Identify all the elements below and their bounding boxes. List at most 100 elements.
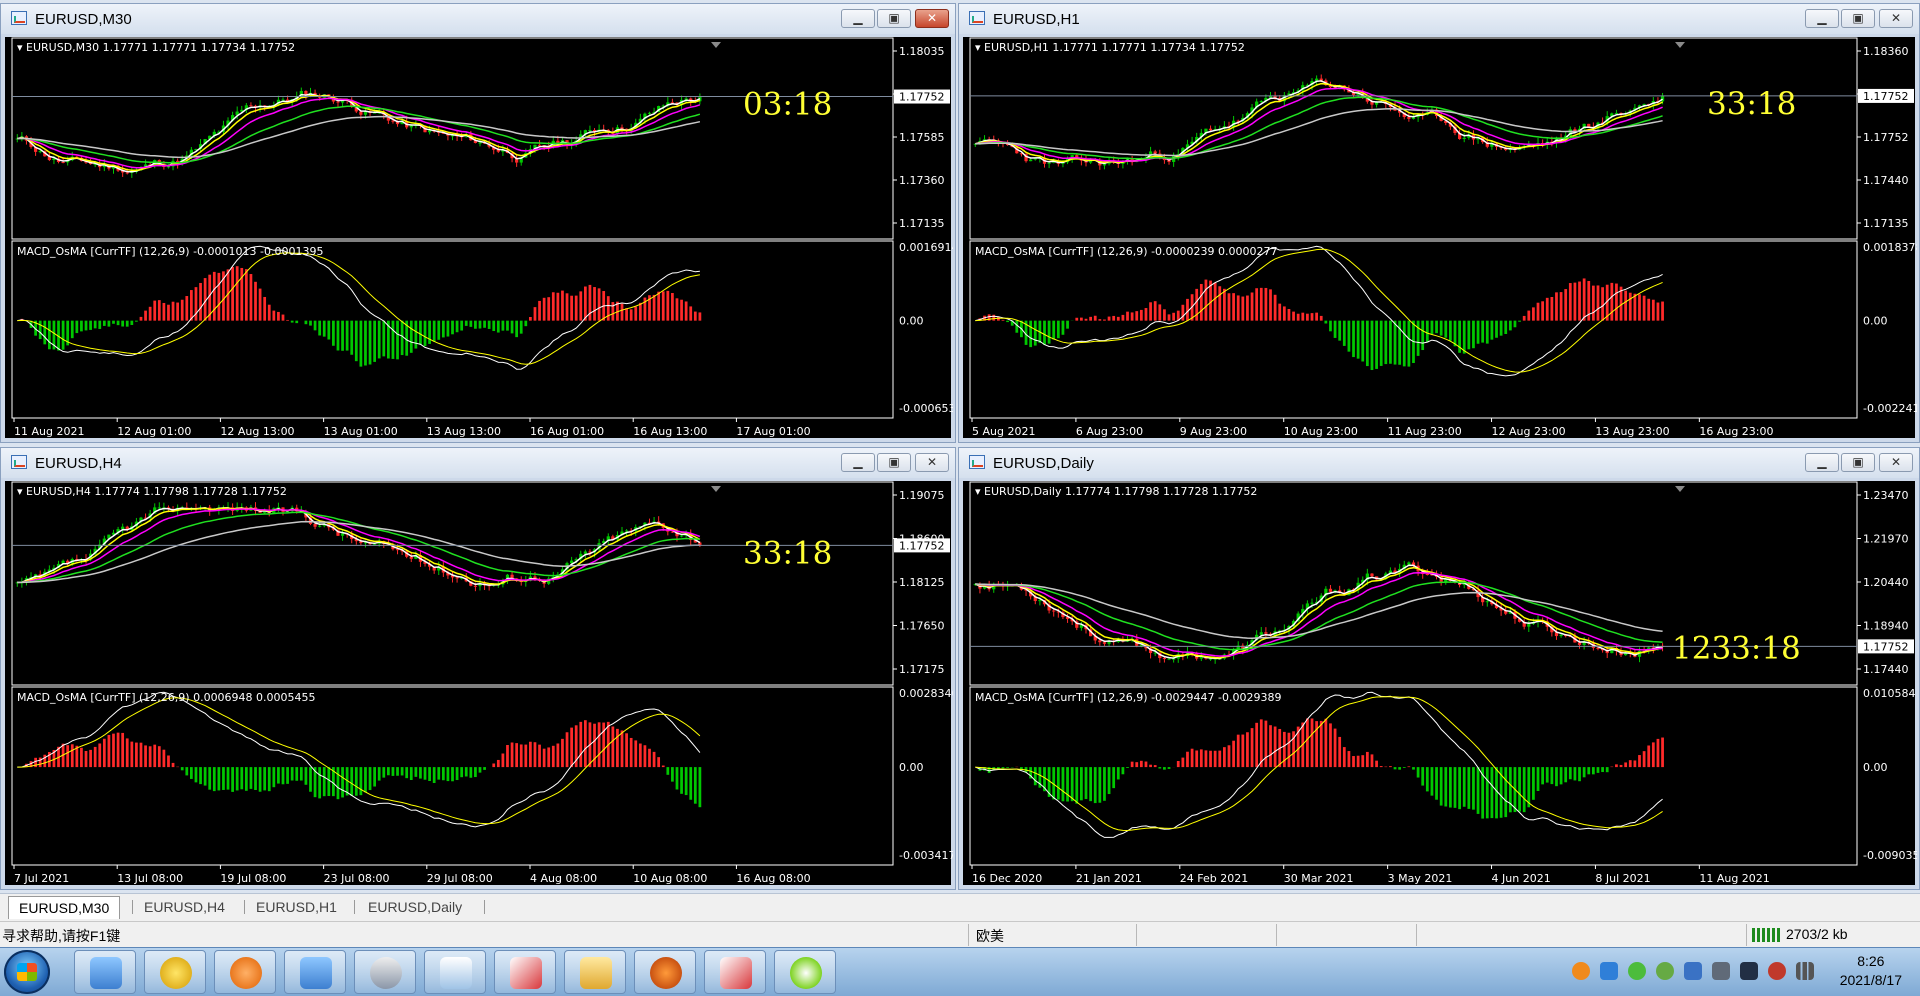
chart-canvas[interactable]: 1.183601.180501.177521.174401.171351.177…: [963, 37, 1917, 438]
volume-icon[interactable]: [1712, 962, 1730, 980]
time-tick-label: 9 Aug 23:00: [1180, 425, 1247, 438]
time-tick-label: 6 Aug 23:00: [1076, 425, 1143, 438]
price-tick-label: 1.20440: [1863, 576, 1909, 589]
minimize-button[interactable]: ▁: [841, 9, 875, 28]
network-icon[interactable]: [1684, 962, 1702, 980]
taskbar-app-wechat[interactable]: [774, 950, 836, 994]
chart-window-m30[interactable]: EURUSD,M30 ▁ ▣ ✕ 1.180351.178101.175851.…: [0, 3, 956, 443]
price-tick-label: 1.18940: [1863, 620, 1909, 633]
clock[interactable]: 8:26 2021/8/17: [1840, 952, 1902, 990]
chart-header-symbol: ▾ EURUSD,H4 1.17774 1.17798 1.17728 1.17…: [17, 485, 287, 498]
candle-body: [1029, 159, 1033, 162]
tab-eurusd-h4[interactable]: EURUSD,H4: [134, 896, 235, 918]
macd-tick-label: -0.0006537: [899, 402, 953, 415]
macd-tick-label: 0.0018378: [1863, 241, 1917, 254]
chart-canvas[interactable]: 1.190751.186001.181251.176501.171751.177…: [5, 481, 953, 885]
candle-body: [1370, 573, 1374, 577]
power-icon[interactable]: [1768, 962, 1786, 980]
time-tick-label: 13 Aug 01:00: [324, 425, 398, 438]
chart-header-symbol: ▾ EURUSD,Daily 1.17774 1.17798 1.17728 1…: [975, 485, 1257, 498]
candle-body: [313, 523, 317, 527]
connection-bars-icon: [1752, 928, 1780, 942]
candle-body: [537, 144, 542, 146]
window-titlebar[interactable]: EURUSD,Daily ▁ ▣ ✕: [959, 448, 1919, 478]
candle-body: [647, 112, 652, 114]
macd-header: MACD_OsMA [CurrTF] (12,26,9) -0.0001013 …: [17, 245, 323, 258]
taskbar-app-users-2[interactable]: [284, 950, 346, 994]
candle-body: [588, 129, 592, 131]
maximize-button[interactable]: ▣: [1841, 453, 1875, 472]
taskbar-app-mt4[interactable]: [494, 950, 556, 994]
taskbar-app-dollar[interactable]: [144, 950, 206, 994]
time-tick-label: 10 Aug 23:00: [1284, 425, 1358, 438]
chart-window-h4[interactable]: EURUSD,H4 ▁ ▣ ✕ 1.190751.186001.181251.1…: [0, 447, 956, 890]
time-tick-label: 16 Dec 2020: [972, 872, 1042, 885]
window-titlebar[interactable]: EURUSD,H1 ▁ ▣ ✕: [959, 4, 1919, 34]
time-tick-label: 12 Aug 13:00: [220, 425, 294, 438]
tab-separator: [244, 900, 245, 914]
time-tick-label: 24 Feb 2021: [1180, 872, 1248, 885]
tab-eurusd-h1[interactable]: EURUSD,H1: [246, 896, 347, 918]
macd-tick-label: -0.0090355: [1863, 849, 1917, 862]
candle-body: [359, 111, 363, 115]
signal-icon[interactable]: [1796, 962, 1814, 980]
window-title: EURUSD,Daily: [993, 455, 1094, 472]
window-titlebar[interactable]: EURUSD,H4 ▁ ▣ ✕: [1, 448, 955, 478]
maximize-button[interactable]: ▣: [1841, 9, 1875, 28]
time-tick-label: 11 Aug 23:00: [1388, 425, 1462, 438]
taskbar-app-camera[interactable]: [354, 950, 416, 994]
close-button[interactable]: ✕: [915, 9, 949, 28]
price-tick-label: 1.17585: [899, 131, 945, 144]
taskbar-app-users[interactable]: [74, 950, 136, 994]
maximize-button[interactable]: ▣: [877, 453, 911, 472]
close-button[interactable]: ✕: [1879, 9, 1913, 28]
minimize-button[interactable]: ▁: [1805, 9, 1839, 28]
minimize-button[interactable]: ▁: [841, 453, 875, 472]
price-tick-label: 1.23470: [1863, 489, 1909, 502]
close-button[interactable]: ✕: [915, 453, 949, 472]
window-titlebar[interactable]: EURUSD,M30 ▁ ▣ ✕: [1, 4, 955, 34]
taskbar-app-folder[interactable]: [564, 950, 626, 994]
candle-body: [427, 130, 432, 133]
taskbar-app-refresh[interactable]: [214, 950, 276, 994]
wechat-tray-icon[interactable]: [1628, 962, 1646, 980]
macd-tick-label: 0.0016914: [899, 241, 953, 254]
chart-window-icon: [11, 11, 27, 25]
start-button[interactable]: [4, 950, 50, 994]
taskbar-app-mt4-2[interactable]: [704, 950, 766, 994]
chart-window-icon: [969, 455, 985, 469]
chart-window-daily[interactable]: EURUSD,Daily ▁ ▣ ✕ 1.23470 1.21970 1.20440…: [958, 447, 1920, 890]
tab-eurusd-m30[interactable]: EURUSD,M30: [8, 896, 121, 919]
candle-body: [121, 526, 125, 530]
macd-line: [975, 691, 1663, 838]
chat-icon[interactable]: [1656, 962, 1674, 980]
candle-body: [1038, 600, 1042, 602]
clock-date: 2021/8/17: [1839, 972, 1902, 988]
monitor-icon[interactable]: [1740, 962, 1758, 980]
taskbar-app-ninja[interactable]: [634, 950, 696, 994]
tab-eurusd-daily[interactable]: EURUSD,Daily: [358, 896, 472, 918]
time-tick-label: 5 Aug 2021: [972, 425, 1035, 438]
tab-separator: [484, 900, 485, 914]
price-tick-label: 1.17360: [899, 174, 945, 187]
close-button[interactable]: ✕: [1879, 453, 1913, 472]
chart-shift-marker: [711, 486, 721, 492]
chart-window-h1[interactable]: EURUSD,H1 ▁ ▣ ✕ 1.183601.180501.177521.1…: [958, 3, 1920, 443]
minimize-button[interactable]: ▁: [1805, 453, 1839, 472]
shield-icon[interactable]: [1600, 962, 1618, 980]
status-divider: [1136, 924, 1137, 946]
maximize-button[interactable]: ▣: [877, 9, 911, 28]
taskbar-app-notebook[interactable]: [424, 950, 486, 994]
candle-body: [391, 120, 395, 122]
candle-body: [409, 125, 413, 128]
status-traffic: 2703/2 kb: [1786, 926, 1848, 942]
time-tick-label: 13 Aug 23:00: [1595, 425, 1669, 438]
candle-body: [1208, 128, 1213, 131]
tray-app-icon[interactable]: [1572, 962, 1590, 980]
candle-body: [38, 151, 42, 153]
chart-canvas[interactable]: 1.23470 1.21970 1.20440 1.18940 1.17440 1.177…: [963, 481, 1917, 885]
candle-body: [679, 535, 684, 537]
chart-app-icon: [510, 957, 542, 989]
macd-tick-label: 0.00: [899, 315, 924, 328]
chart-canvas[interactable]: 1.180351.178101.175851.173601.171351.177…: [5, 37, 953, 438]
